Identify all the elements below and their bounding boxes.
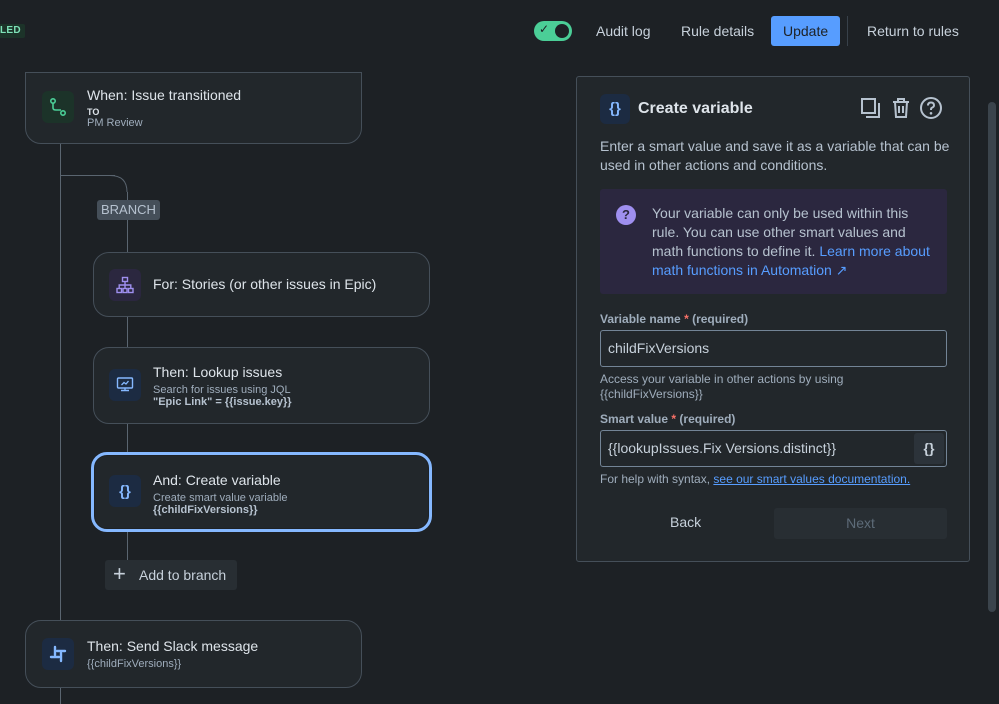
help-icon[interactable]: [919, 96, 943, 120]
hierarchy-icon: [109, 269, 141, 301]
variable-name-help: Access your variable in other actions by…: [600, 372, 844, 401]
lookup-title: Then: Lookup issues: [153, 364, 283, 380]
branch-label: BRANCH: [97, 200, 160, 220]
info-section-message: ? Your variable can only be used within …: [600, 189, 947, 294]
smart-value-label: Smart value * (required): [600, 412, 735, 426]
create-variable-value: {{childFixVersions}}: [153, 504, 258, 516]
slack-subtitle: {{childFixVersions}}: [87, 658, 182, 670]
create-variable-panel: {} Create variable Enter a smart value a…: [576, 76, 970, 562]
trigger-to-label: TO: [87, 107, 100, 117]
branch-line-4: [127, 423, 128, 453]
rule-enabled-toggle[interactable]: ✓: [534, 21, 572, 41]
main-flow-line: [60, 143, 61, 621]
add-to-branch-button[interactable]: + Add to branch: [105, 560, 237, 590]
branch-line-1: [127, 192, 128, 200]
toggle-knob: [555, 24, 569, 38]
trigger-title: When: Issue transitioned: [87, 87, 242, 103]
slack-icon: [42, 638, 74, 670]
lookup-jql: "Epic Link" = {{issue.key}}: [153, 396, 292, 408]
branch-for-title: For: Stories (or other issues in Epic): [153, 276, 377, 292]
smart-value-input[interactable]: {{lookupIssues.Fix Versions.distinct}} {…: [600, 430, 947, 467]
syntax-help: For help with syntax, see our smart valu…: [600, 472, 910, 487]
branch-for-card[interactable]: For: Stories (or other issues in Epic): [93, 252, 430, 317]
transition-icon: [42, 91, 74, 123]
back-button[interactable]: Back: [670, 514, 701, 530]
panel-title: Create variable: [638, 100, 753, 117]
braces-icon: {}: [109, 475, 141, 507]
question-icon: ?: [616, 205, 636, 225]
smart-value-label-text: Smart value: [600, 412, 669, 426]
header-bar: LED ✓ Audit log Rule details Update Retu…: [0, 0, 999, 62]
create-variable-title: And: Create variable: [153, 472, 281, 488]
lookup-subtitle: Search for issues using JQL: [153, 384, 291, 396]
create-variable-subtitle: Create smart value variable: [153, 492, 288, 504]
required-star: *: [684, 312, 689, 326]
trash-icon[interactable]: [889, 96, 913, 120]
smart-value-text: {{lookupIssues.Fix Versions.distinct}}: [608, 440, 837, 456]
braces-glyph: {}: [119, 482, 131, 500]
next-button[interactable]: Next: [774, 508, 947, 539]
variable-name-input[interactable]: childFixVersions: [600, 330, 947, 367]
trigger-status: PM Review: [87, 117, 143, 129]
info-text: Your variable can only be used within th…: [652, 204, 932, 280]
variable-name-label-text: Variable name: [600, 312, 681, 326]
braces-icon: {}: [600, 94, 630, 124]
branch-curve: [110, 175, 128, 193]
smart-value-insert-button[interactable]: {}: [914, 433, 944, 464]
required-text: (required): [679, 412, 736, 426]
check-icon: ✓: [539, 22, 550, 36]
rule-details-button[interactable]: Rule details: [669, 16, 766, 46]
return-to-rules-button[interactable]: Return to rules: [855, 16, 971, 46]
required-star: *: [671, 412, 677, 426]
trigger-card[interactable]: When: Issue transitioned TO PM Review: [25, 72, 362, 144]
audit-log-button[interactable]: Audit log: [584, 16, 662, 46]
branch-connector: [60, 175, 115, 176]
create-variable-card[interactable]: {} And: Create variable Create smart val…: [91, 452, 432, 532]
duplicate-icon[interactable]: [859, 96, 883, 120]
status-badge: LED: [0, 24, 25, 38]
slack-title: Then: Send Slack message: [87, 638, 259, 654]
variable-name-label: Variable name * (required): [600, 312, 748, 326]
header-divider: [847, 16, 848, 46]
required-text: (required): [692, 312, 749, 326]
add-to-branch-label: Add to branch: [139, 567, 227, 583]
main-flow-line-bottom: [60, 687, 61, 704]
plus-icon: +: [113, 561, 126, 586]
branch-line-2: [127, 220, 128, 252]
lookup-issues-card[interactable]: Then: Lookup issues Search for issues us…: [93, 347, 430, 424]
branch-line-3: [127, 316, 128, 348]
panel-description: Enter a smart value and save it as a var…: [600, 138, 950, 173]
branch-line-5: [127, 531, 128, 560]
scrollbar[interactable]: [988, 102, 996, 612]
smart-values-docs-link[interactable]: see our smart values documentation.: [713, 472, 910, 486]
syntax-help-text: For help with syntax,: [600, 472, 714, 486]
search-screen-icon: [109, 369, 141, 401]
slack-message-card[interactable]: Then: Send Slack message {{childFixVersi…: [25, 620, 362, 688]
update-button[interactable]: Update: [771, 16, 841, 46]
